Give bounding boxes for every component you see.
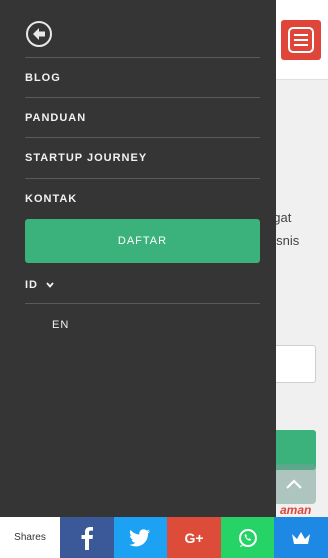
language-selector[interactable]: ID: [25, 277, 54, 293]
language-current: ID: [25, 279, 38, 291]
facebook-icon: [81, 526, 93, 550]
menu-item-blog[interactable]: BLOG: [25, 57, 260, 97]
google-plus-share-button[interactable]: G+: [167, 517, 221, 558]
menu-toggle-button[interactable]: [281, 20, 321, 60]
menu-item-startup-journey[interactable]: STARTUP JOURNEY: [25, 137, 260, 177]
share-bar: Shares G+: [0, 517, 328, 558]
shares-label: Shares: [0, 517, 60, 558]
menu-item-panduan[interactable]: PANDUAN: [25, 97, 260, 137]
whatsapp-share-button[interactable]: [220, 517, 275, 558]
crown-icon: [292, 531, 311, 544]
twitter-share-button[interactable]: [113, 517, 168, 558]
scroll-to-top-button[interactable]: [272, 464, 316, 504]
language-option-en[interactable]: EN: [52, 319, 69, 331]
back-button[interactable]: [26, 21, 52, 47]
facebook-share-button[interactable]: [60, 517, 114, 558]
whatsapp-icon: [238, 528, 257, 547]
google-plus-icon: G+: [184, 529, 204, 546]
navigation-drawer: BLOG PANDUAN STARTUP JOURNEY KONTAK DAFT…: [0, 0, 276, 517]
menu-item-label: KONTAK: [25, 192, 78, 205]
more-share-button[interactable]: [274, 517, 328, 558]
register-button[interactable]: DAFTAR: [25, 219, 260, 263]
chevron-up-icon: [286, 479, 302, 489]
arrow-left-icon: [33, 28, 45, 40]
menu-item-label: STARTUP JOURNEY: [25, 151, 148, 164]
menu-item-label: BLOG: [25, 71, 61, 84]
twitter-icon: [129, 528, 151, 546]
menu-item-kontak[interactable]: KONTAK: [25, 178, 260, 218]
divider: [25, 303, 260, 304]
chevron-down-icon: [46, 282, 54, 288]
hamburger-icon: [288, 27, 314, 53]
menu-item-label: PANDUAN: [25, 111, 87, 124]
safe-label: aman: [280, 503, 312, 517]
